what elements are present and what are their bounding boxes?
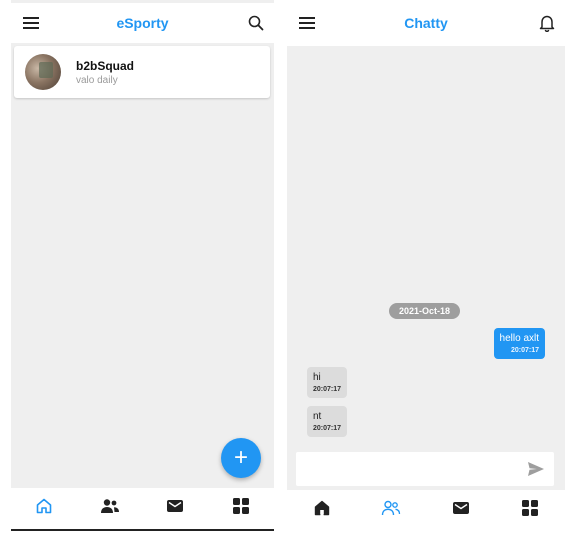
- hamburger-menu-icon[interactable]: [19, 11, 43, 35]
- bottom-nav: [287, 490, 565, 531]
- nav-mail[interactable]: [155, 494, 195, 524]
- home-icon: [35, 497, 53, 520]
- app-title: Chatty: [404, 15, 448, 31]
- incoming-message: hi 20:07:17: [307, 367, 348, 398]
- message-text: nt: [313, 411, 322, 422]
- nav-mail[interactable]: [441, 496, 481, 526]
- people-icon: [100, 498, 120, 519]
- message-time: 20:07:17: [313, 425, 342, 432]
- chatty-screen: Chatty 2021-Oct-18 hello axlt 20:07:17 h…: [287, 0, 565, 531]
- nav-apps[interactable]: [510, 496, 550, 526]
- outgoing-message: hello axlt 20:07:17: [493, 328, 545, 359]
- grid-icon: [233, 498, 250, 519]
- message-text: hello axlt: [499, 333, 539, 344]
- message-input[interactable]: [296, 452, 516, 486]
- incoming-message: nt 20:07:17: [307, 406, 348, 437]
- message-time: 20:07:17: [510, 347, 539, 354]
- home-icon: [313, 499, 331, 522]
- group-subtitle: valo daily: [76, 75, 118, 86]
- message-text: hi: [313, 372, 321, 383]
- mail-icon: [452, 501, 470, 520]
- mail-icon: [166, 499, 184, 518]
- esporty-screen: eSporty b2bSquad valo daily +: [11, 0, 274, 531]
- search-icon[interactable]: [244, 11, 268, 35]
- bottom-nav: [11, 488, 274, 531]
- nav-home[interactable]: [302, 496, 342, 526]
- app-bar: Chatty: [287, 0, 565, 46]
- app-bar: eSporty: [11, 3, 274, 43]
- bell-icon[interactable]: [535, 11, 559, 35]
- nav-people[interactable]: [371, 496, 411, 526]
- hamburger-menu-icon[interactable]: [295, 11, 319, 35]
- message-composer: [296, 452, 554, 486]
- nav-home[interactable]: [24, 494, 64, 524]
- group-name: b2bSquad: [76, 59, 135, 73]
- app-title: eSporty: [116, 15, 169, 31]
- plus-icon: +: [233, 444, 248, 471]
- group-avatar: [25, 54, 61, 90]
- nav-people[interactable]: [90, 494, 130, 524]
- group-list-item[interactable]: b2bSquad valo daily: [14, 46, 270, 98]
- send-icon[interactable]: [526, 460, 546, 478]
- people-icon: [381, 500, 401, 521]
- date-separator: 2021-Oct-18: [389, 303, 461, 319]
- add-group-button[interactable]: +: [221, 438, 261, 478]
- nav-apps[interactable]: [221, 494, 261, 524]
- message-time: 20:07:17: [313, 386, 342, 393]
- grid-icon: [522, 500, 539, 521]
